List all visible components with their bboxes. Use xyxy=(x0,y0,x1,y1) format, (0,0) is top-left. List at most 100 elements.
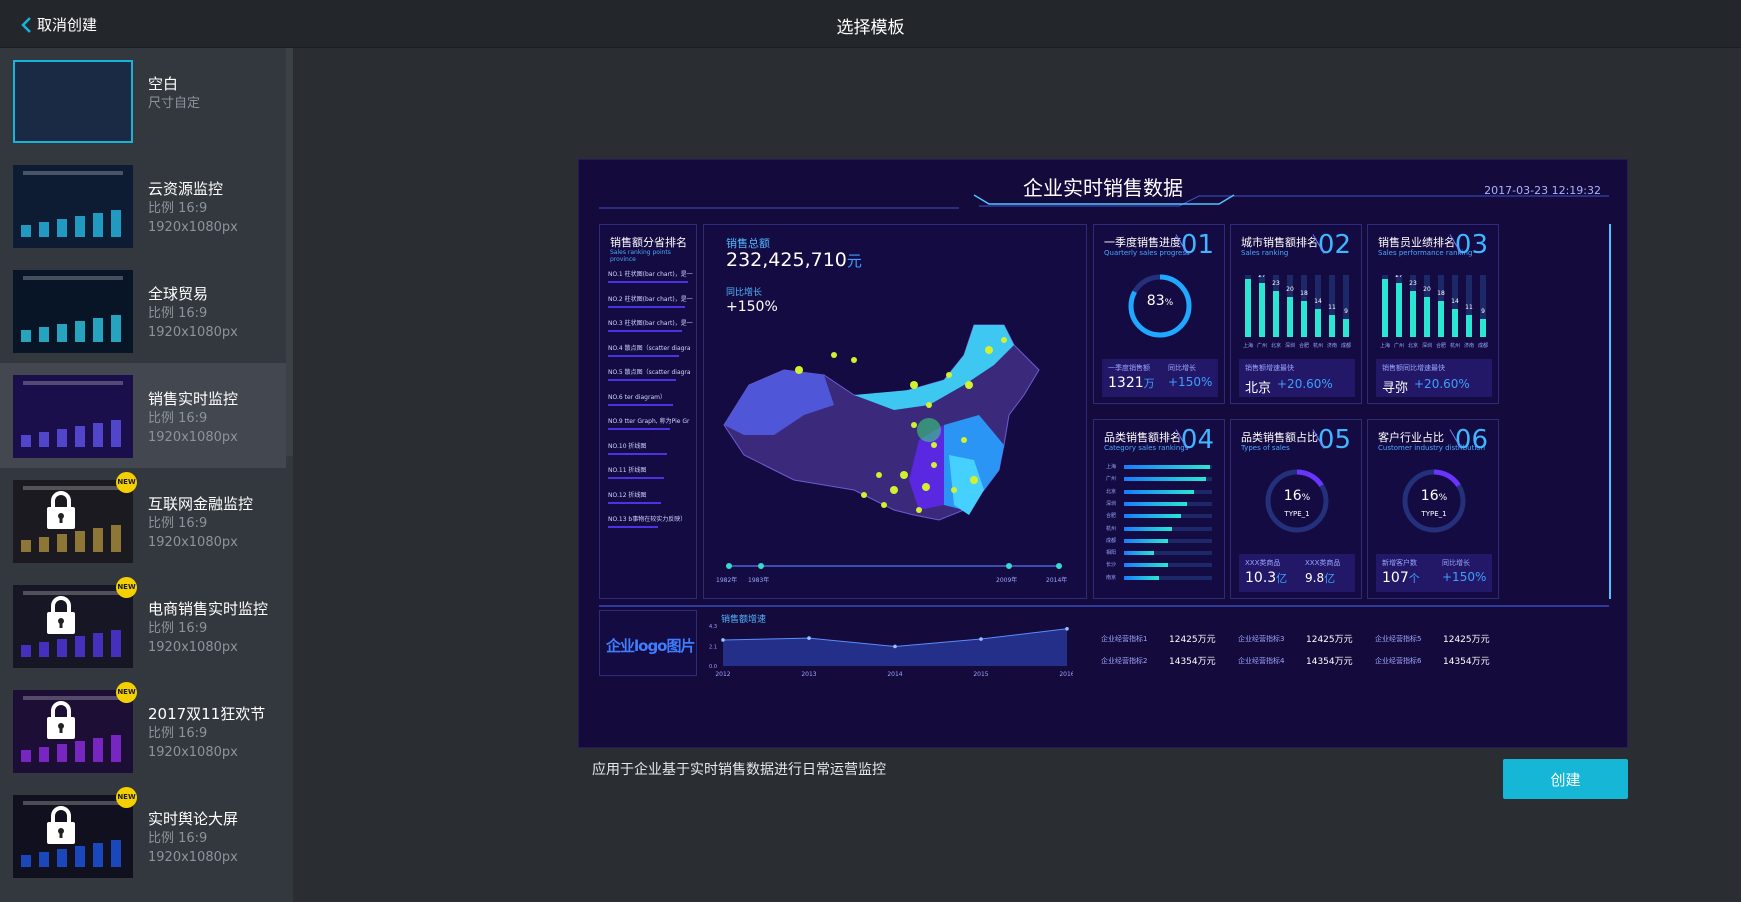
category-bar xyxy=(1124,489,1195,494)
p4-subtitle: Category sales rankings xyxy=(1104,444,1189,452)
kpi-label-1: 新增客户数 xyxy=(1382,559,1417,567)
metric-label: 企业经营指标1 xyxy=(1101,635,1148,643)
x-tick: 2014 xyxy=(887,671,902,678)
rank-item: NO.2 柱状图(bar chart)，是一 xyxy=(608,295,693,303)
category-label: 杭州 xyxy=(1106,525,1117,532)
rank-underline xyxy=(608,452,667,455)
map-dot xyxy=(1001,337,1007,343)
thumbnail-bar xyxy=(93,318,103,342)
donut-unit: % xyxy=(1438,493,1448,503)
category-bar xyxy=(1124,526,1173,531)
template-item[interactable]: 全球贸易 比例 16:9 1920x1080px xyxy=(0,258,286,363)
thumbnail-bar xyxy=(75,426,85,447)
kpi-label-2: 同比增长 xyxy=(1442,559,1470,567)
bar-value: 9 xyxy=(1481,308,1485,315)
quarterly-progress-panel: 一季度销售进度 Quarterly sales progress 01 83% 一季度销… xyxy=(1093,224,1225,404)
kpi-footer: XXX类商品 10.3亿 XXX类商品 9.8亿 xyxy=(1239,554,1355,592)
create-button[interactable]: 创建 xyxy=(1503,759,1628,799)
bar xyxy=(1382,279,1388,337)
template-item[interactable]: 空白 尺寸自定 xyxy=(0,48,286,153)
p5-number: 05 xyxy=(1317,425,1351,455)
map-dot xyxy=(961,437,967,443)
bar-value: 14 xyxy=(1314,298,1322,305)
p2-number: 02 xyxy=(1317,230,1351,260)
template-item[interactable]: NEW 2017双11狂欢节 比例 16:9 1920x1080px xyxy=(0,678,286,783)
template-name: 电商销售实时监控 xyxy=(148,600,269,618)
metric-value: 12425万元 xyxy=(1169,635,1216,645)
metric-label: 企业经营指标5 xyxy=(1375,635,1422,643)
thumbnail-bar xyxy=(93,423,103,447)
map-dot xyxy=(861,492,867,498)
bottom-divider xyxy=(599,605,1609,607)
map-dot xyxy=(831,352,837,358)
p4-title: 品类销售额排名 xyxy=(1104,431,1181,444)
lock-icon xyxy=(47,596,75,634)
p2-subtitle: Sales ranking xyxy=(1241,249,1289,257)
category-bar xyxy=(1124,551,1154,556)
bar-value: 18 xyxy=(1300,290,1308,297)
timeline-node xyxy=(1006,563,1012,569)
metric-value: 12425万元 xyxy=(1443,635,1490,645)
category-label: 南京 xyxy=(1106,574,1117,581)
bar xyxy=(1315,309,1321,337)
rank-underline xyxy=(608,403,673,406)
rank-item: NO.6 ter diagram） xyxy=(608,393,666,401)
kpi-label-2: 同比增长 xyxy=(1168,364,1196,372)
template-item[interactable]: NEW 电商销售实时监控 比例 16:9 1920x1080px xyxy=(0,573,286,678)
category-bar xyxy=(1124,501,1188,506)
template-thumbnail xyxy=(13,165,133,248)
category-label: 合肥 xyxy=(1106,513,1117,520)
map-hotspot xyxy=(917,418,941,442)
p3-number: 03 xyxy=(1454,230,1488,260)
timeline-label: 1982年 xyxy=(716,577,738,584)
new-badge: NEW xyxy=(116,577,137,598)
template-size: 1920x1080px xyxy=(148,220,238,235)
bar-category: 济南 xyxy=(1464,342,1474,349)
template-ratio: 比例 16:9 xyxy=(148,726,208,741)
kpi-value-1: 10.3亿 xyxy=(1245,570,1287,586)
rank-underline xyxy=(608,428,670,430)
template-ratio: 比例 16:9 xyxy=(148,411,208,426)
template-item[interactable]: NEW 实时舆论大屏 比例 16:9 1920x1080px xyxy=(0,783,286,888)
bar-category: 成都 xyxy=(1478,342,1488,349)
template-list[interactable]: 空白 尺寸自定云资源监控 比例 16:9 1920x1080px 全球贸易 比例 16:9… xyxy=(0,48,293,902)
scrollbar[interactable] xyxy=(286,48,293,456)
template-info: 电商销售实时监控 比例 16:9 1920x1080px xyxy=(148,599,268,657)
rank-underline xyxy=(608,305,685,308)
kpi-label-2: XXX类商品 xyxy=(1305,559,1341,567)
rank-underline xyxy=(608,501,661,504)
kpi-value-2-unit: 亿 xyxy=(1324,572,1336,585)
category-label: 上海 xyxy=(1106,464,1117,470)
template-ratio: 比例 16:9 xyxy=(148,831,208,846)
p1-title: 一季度销售进度 xyxy=(1104,236,1181,249)
new-badge: NEW xyxy=(116,682,137,703)
template-info: 全球贸易 比例 16:9 1920x1080px xyxy=(148,284,238,342)
bar xyxy=(1452,309,1458,337)
thumbnail-bar xyxy=(111,840,121,867)
cancel-create-button[interactable]: 取消创建 xyxy=(20,14,97,35)
category-ranking-panel: 品类销售额排名 Category sales rankings 04 上海 广州 北京 深圳… xyxy=(1093,419,1225,599)
template-item[interactable]: 云资源监控 比例 16:9 1920x1080px xyxy=(0,153,286,258)
thumbnail-bar xyxy=(39,642,49,657)
thumbnail-bar xyxy=(57,429,67,447)
category-label: 成都 xyxy=(1106,537,1117,544)
thumbnail-header xyxy=(23,381,123,385)
thumbnail-header xyxy=(23,171,123,175)
template-info: 销售实时监控 比例 16:9 1920x1080px xyxy=(148,389,238,447)
map-dot xyxy=(876,472,882,478)
template-info: 空白 尺寸自定 xyxy=(148,74,200,113)
bar-value: 23 xyxy=(1272,280,1280,287)
bar-value: 27 xyxy=(1395,275,1403,279)
rank-underline xyxy=(608,379,676,381)
template-item[interactable]: 销售实时监控 比例 16:9 1920x1080px xyxy=(0,363,286,468)
bar-category: 合肥 xyxy=(1436,342,1446,349)
timeline-node xyxy=(1056,563,1062,569)
p1-number: 01 xyxy=(1180,230,1214,260)
template-item[interactable]: NEW 互联网金融监控 比例 16:9 1920x1080px xyxy=(0,468,286,573)
thumbnail-bar xyxy=(75,636,85,657)
industry-share-panel: 客户行业占比 Customer industry distribution 06 16… xyxy=(1367,419,1499,599)
template-name: 销售实时监控 xyxy=(148,390,239,408)
area-point xyxy=(893,644,897,649)
category-bar xyxy=(1124,538,1168,543)
rank-underline xyxy=(608,477,664,479)
